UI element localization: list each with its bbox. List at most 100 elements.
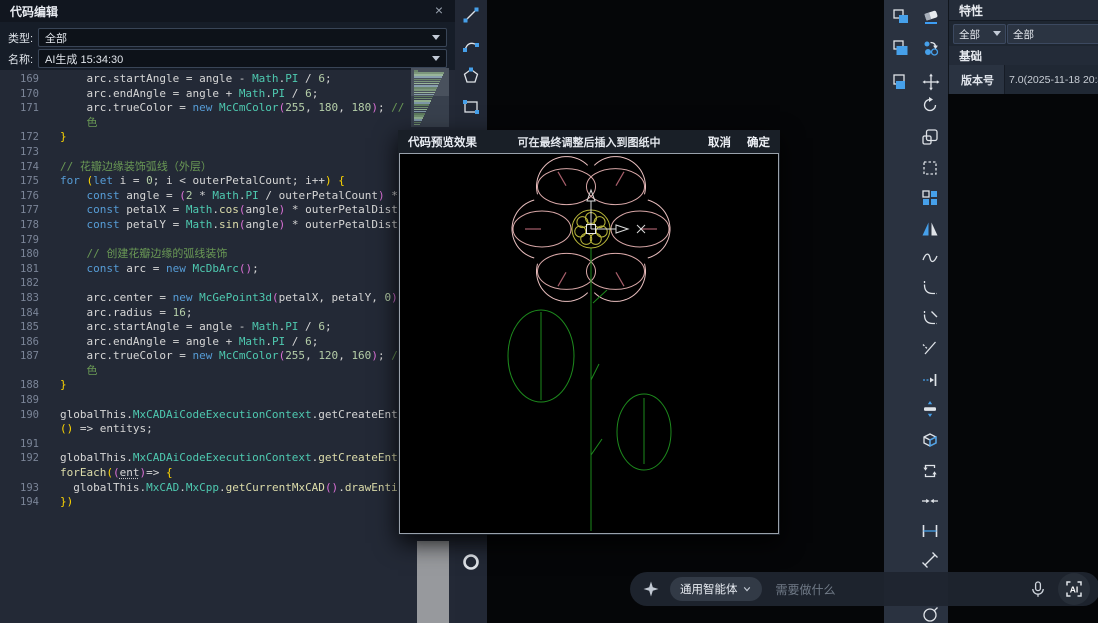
trim-icon[interactable]: [918, 336, 942, 360]
sparkle-icon: [642, 580, 660, 598]
code-line[interactable]: 194}): [0, 495, 455, 510]
code-line[interactable]: 173: [0, 145, 455, 160]
code-line[interactable]: 184 arc.radius = 16;: [0, 306, 455, 321]
code-editor-panel: 代码编辑 × 类型: 全部 名称: AI生成 15:34:30 169 arc.…: [0, 0, 456, 623]
join-icon[interactable]: [918, 489, 942, 513]
name-dropdown-value: AI生成 15:34:30: [45, 51, 123, 67]
arc-icon[interactable]: [459, 34, 483, 58]
properties-section-basic[interactable]: 基础: [949, 46, 1098, 66]
code-line[interactable]: 182: [0, 276, 455, 291]
code-minimap[interactable]: [411, 68, 449, 127]
line-number: 193: [0, 481, 60, 496]
eraser-icon[interactable]: [919, 4, 943, 28]
measure-icon[interactable]: [918, 548, 942, 572]
rectangle-icon[interactable]: [459, 95, 483, 119]
fillet-icon[interactable]: [918, 276, 942, 300]
layer-a-icon[interactable]: [889, 4, 913, 28]
extend-icon[interactable]: [918, 368, 942, 392]
preview-title: 代码预览效果: [408, 134, 477, 150]
line-number: 169: [0, 72, 60, 87]
spline-icon[interactable]: [918, 246, 942, 270]
microphone-icon[interactable]: [1028, 579, 1048, 599]
properties-filter-value: 全部: [959, 27, 980, 42]
code-line[interactable]: 191: [0, 437, 455, 452]
line-number: 188: [0, 378, 60, 393]
code-line[interactable]: 172}: [0, 130, 455, 145]
code-line[interactable]: 187 arc.trueColor = new McCmColor(255, 1…: [0, 349, 455, 364]
code-line[interactable]: 181 const arc = new McDbArc();: [0, 262, 455, 277]
ai-chat-bar: 通用智能体 需要做什么 AI: [630, 572, 1098, 606]
code-scrollbar-thumb[interactable]: [417, 541, 449, 623]
code-line[interactable]: 179: [0, 233, 455, 248]
code-line[interactable]: 193 globalThis.MxCAD.MxCpp.getCurrentMxC…: [0, 481, 455, 496]
version-value[interactable]: 7.0(2025-11-18 20:48 0: [1005, 65, 1098, 94]
distance-icon[interactable]: [918, 519, 942, 543]
code-line[interactable]: 170 arc.endAngle = angle + Math.PI / 6;: [0, 87, 455, 102]
fillet-line-icon[interactable]: [918, 306, 942, 330]
line-number: 192: [0, 451, 60, 466]
move-icon[interactable]: [919, 70, 943, 94]
stretch-select-icon[interactable]: [918, 156, 942, 180]
chevron-down-icon: [993, 31, 1001, 36]
code-line[interactable]: 185 arc.startAngle = angle - Math.PI / 6…: [0, 320, 455, 335]
confirm-button[interactable]: 确定: [747, 134, 770, 150]
layer-c-icon[interactable]: [889, 70, 913, 94]
line-number: 177: [0, 203, 60, 218]
code-line[interactable]: 186 arc.endAngle = angle + Math.PI / 6;: [0, 335, 455, 350]
properties-filter-dropdown[interactable]: 全部: [953, 24, 1006, 44]
box3d-icon[interactable]: [918, 428, 942, 452]
code-line[interactable]: 171 arc.trueColor = new McCmColor(255, 1…: [0, 101, 455, 116]
chat-input-placeholder[interactable]: 需要做什么: [776, 581, 836, 598]
copy-icon[interactable]: [918, 125, 942, 149]
code-line[interactable]: 175for (let i = 0; i < outerPetalCount; …: [0, 174, 455, 189]
code-line[interactable]: forEach((ent)=> {: [0, 466, 455, 481]
mirror-icon[interactable]: [918, 217, 942, 241]
code-line[interactable]: 169 arc.startAngle = angle - Math.PI / 6…: [0, 72, 455, 87]
array-icon[interactable]: [918, 186, 942, 210]
code-line[interactable]: 176 const angle = (2 * Math.PI / outerPe…: [0, 189, 455, 204]
line-number: 185: [0, 320, 60, 335]
ai-scan-button[interactable]: AI: [1058, 573, 1090, 605]
code-line[interactable]: 色: [0, 116, 455, 131]
code-line[interactable]: 188}: [0, 378, 455, 393]
property-row-version: 版本号 7.0(2025-11-18 20:48 0: [949, 65, 1098, 94]
code-line[interactable]: 189: [0, 393, 455, 408]
name-label: 名称:: [8, 51, 38, 67]
code-line[interactable]: 190globalThis.MxCADAiCodeExecutionContex…: [0, 408, 455, 423]
line-number: 178: [0, 218, 60, 233]
rotate-icon[interactable]: [918, 93, 942, 117]
cancel-button[interactable]: 取消: [708, 134, 731, 150]
line-icon[interactable]: [459, 3, 483, 27]
code-line[interactable]: 183 arc.center = new McGePoint3d(petalX,…: [0, 291, 455, 306]
code-line[interactable]: 192globalThis.MxCADAiCodeExecutionContex…: [0, 451, 455, 466]
line-number: 180: [0, 247, 60, 262]
preview-dialog-header: 代码预览效果 可在最终调整后插入到图纸中 取消 确定: [398, 130, 780, 153]
type-dropdown[interactable]: 全部: [38, 28, 447, 47]
code-line[interactable]: () => entitys;: [0, 422, 455, 437]
line-number: [0, 466, 60, 481]
line-number: 187: [0, 349, 60, 364]
code-line[interactable]: 色: [0, 364, 455, 379]
polygon-icon[interactable]: [459, 64, 483, 88]
line-number: 190: [0, 408, 60, 423]
name-dropdown[interactable]: AI生成 15:34:30: [38, 49, 447, 68]
code-line[interactable]: 177 const petalX = Math.cos(angle) * out…: [0, 203, 455, 218]
line-number: 181: [0, 262, 60, 277]
replace-icon[interactable]: [919, 36, 943, 60]
line-number: [0, 422, 60, 437]
layer-b-icon[interactable]: [889, 36, 913, 60]
rotate-copy-icon[interactable]: [918, 459, 942, 483]
properties-search-field[interactable]: 全部: [1007, 24, 1098, 44]
circle-tool-icon[interactable]: [918, 604, 942, 623]
circle-bold-icon[interactable]: [459, 550, 483, 574]
code-line[interactable]: 178 const petalY = Math.sin(angle) * out…: [0, 218, 455, 233]
line-number: 194: [0, 495, 60, 510]
code-line[interactable]: 174// 花瓣边缘装饰弧线（外层）: [0, 160, 455, 175]
stretch-icon[interactable]: [918, 397, 942, 421]
close-icon[interactable]: ×: [435, 2, 443, 18]
code-text-area[interactable]: 169 arc.startAngle = angle - Math.PI / 6…: [0, 70, 455, 623]
minimap-viewport[interactable]: [411, 68, 449, 96]
code-line[interactable]: 180 // 创建花瓣边缘的弧线装饰: [0, 247, 455, 262]
preview-canvas[interactable]: [399, 153, 779, 534]
agent-selector[interactable]: 通用智能体: [670, 577, 762, 601]
